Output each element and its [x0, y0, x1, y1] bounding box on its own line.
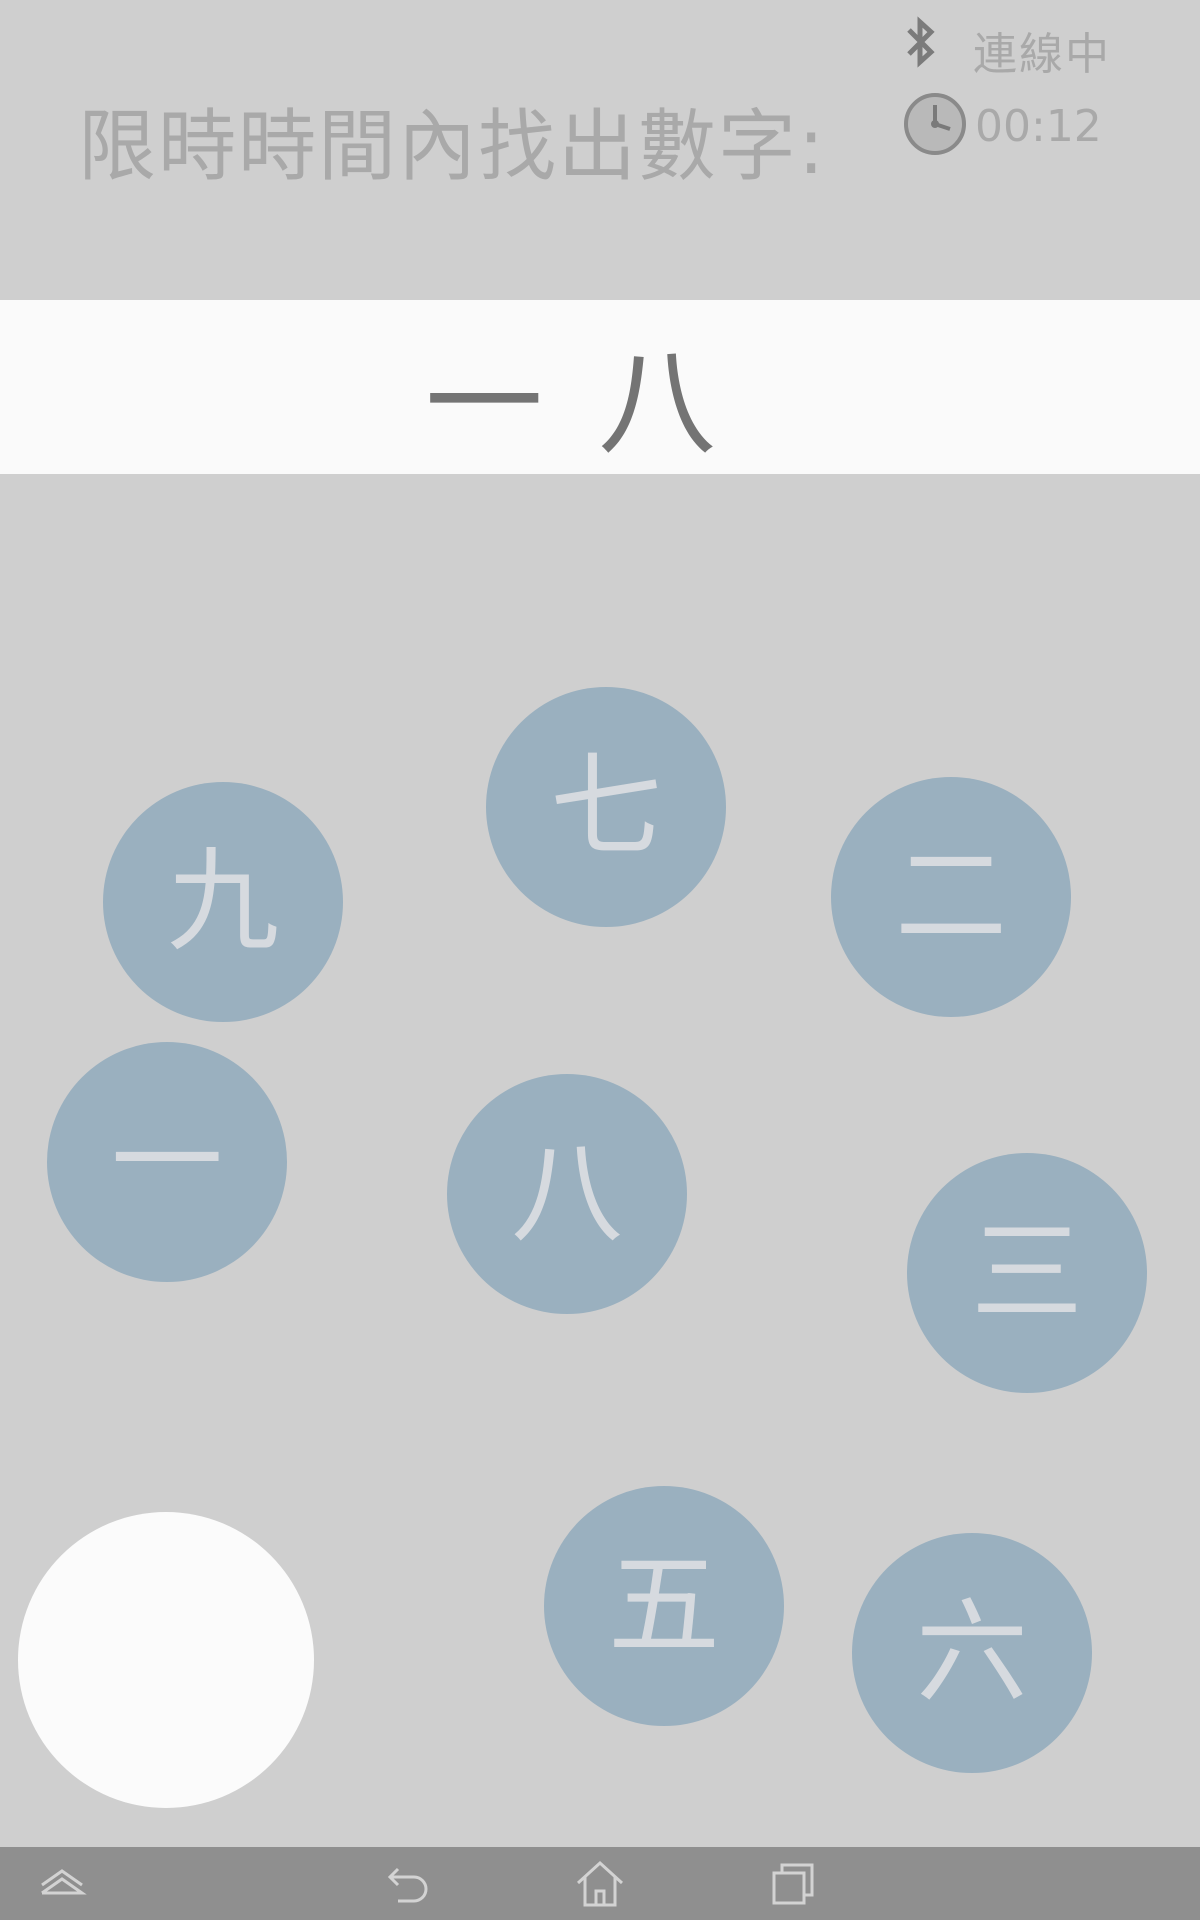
target-digit: 八	[598, 334, 717, 472]
bubble-liu[interactable]: 六	[852, 1533, 1092, 1773]
target-digit: 一	[425, 334, 544, 472]
home-icon[interactable]	[572, 1855, 628, 1911]
recent-apps-icon[interactable]	[766, 1855, 822, 1911]
status-bar: 連線中	[895, 8, 1145, 80]
bubble-san[interactable]: 三	[907, 1153, 1147, 1393]
timer: 00:12	[975, 101, 1102, 152]
white-bubble[interactable]	[18, 1512, 314, 1808]
target-panel: 一 八	[0, 300, 1200, 474]
collapse-icon[interactable]	[34, 1855, 90, 1911]
bubble-er[interactable]: 二	[831, 777, 1071, 1017]
bubble-wu[interactable]: 五	[544, 1486, 784, 1726]
navigation-bar	[0, 1847, 1200, 1920]
clock-icon	[904, 93, 966, 155]
bubble-ba[interactable]: 八	[447, 1074, 687, 1314]
page-title: 限時時間內找出數字:	[78, 102, 827, 192]
bubble-yi[interactable]: 一	[47, 1042, 287, 1282]
bubble-jiu[interactable]: 九	[103, 782, 343, 1022]
bubble-qi[interactable]: 七	[486, 687, 726, 927]
back-icon[interactable]	[380, 1855, 436, 1911]
bluetooth-icon	[907, 16, 935, 68]
connection-status: 連線中	[973, 29, 1111, 80]
